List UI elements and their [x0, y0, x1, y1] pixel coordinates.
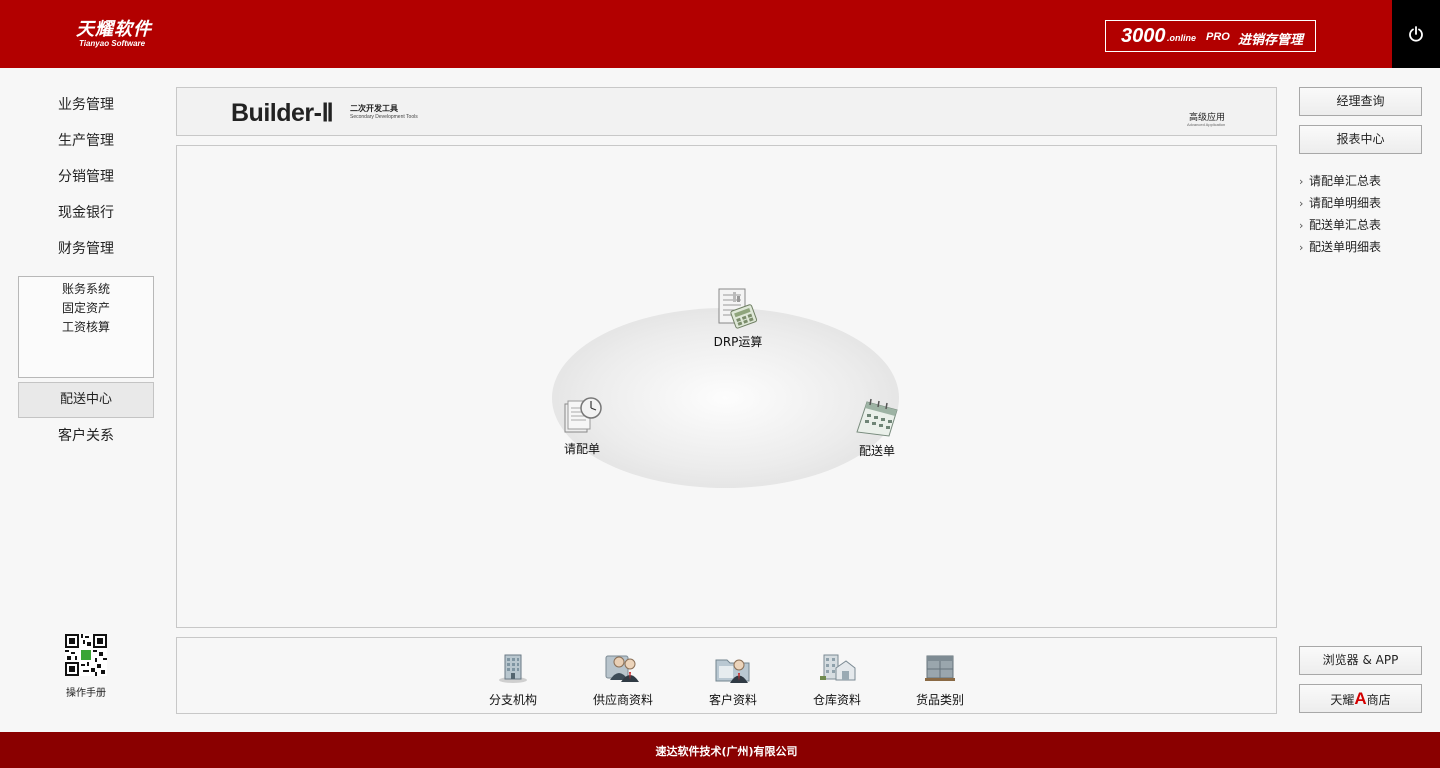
browser-app-button[interactable]: 浏览器 & APP	[1299, 646, 1422, 675]
nav-business-management[interactable]: 业务管理	[18, 87, 154, 123]
product-name: 进销存管理	[1238, 33, 1304, 48]
product-badge: 3000 .online PRO 进销存管理	[1105, 20, 1316, 52]
nav-finance-management[interactable]: 财务管理	[18, 231, 154, 267]
nav-customer-relations[interactable]: 客户关系	[18, 418, 154, 454]
footer-bar: 速达软件技术(广州)有限公司	[0, 732, 1440, 768]
nav-cash-bank[interactable]: 现金银行	[18, 195, 154, 231]
logo-cn: 天耀软件	[76, 19, 152, 40]
submenu-fixed-assets[interactable]: 固定资产	[19, 299, 153, 318]
warehouse-icon	[820, 654, 856, 681]
builder-subtitle-en: Secondary Development Tools	[350, 114, 418, 120]
node-requisition-label: 请配单	[563, 442, 600, 456]
report-link-label: 配送单汇总表	[1309, 218, 1382, 232]
node-drp-calculation[interactable]: DRP运算	[713, 287, 763, 350]
qr-code-icon[interactable]	[65, 634, 107, 676]
report-link-label: 配送单明细表	[1309, 240, 1382, 254]
node-delivery-label: 配送单	[858, 444, 895, 458]
chevron-right-icon: ›	[1299, 241, 1304, 254]
report-link-label: 请配单汇总表	[1309, 174, 1382, 188]
chevron-right-icon: ›	[1299, 175, 1304, 188]
tianyao-logo: 天耀软件 Tianyao Software	[76, 20, 152, 48]
operation-manual-label[interactable]: 操作手册	[40, 684, 132, 699]
branch-label: 分支机构	[488, 693, 537, 707]
product-number: 3000	[1121, 25, 1166, 47]
store-suffix: 商店	[1366, 693, 1391, 707]
report-link-delivery-detail[interactable]: › 配送单明细表	[1299, 238, 1381, 255]
document-clock-icon	[564, 397, 602, 433]
product-pro: PRO	[1206, 31, 1230, 43]
chevron-right-icon: ›	[1299, 197, 1304, 210]
nav-production-management[interactable]: 生产管理	[18, 123, 154, 159]
goods-boxes-icon	[925, 655, 955, 681]
calculator-report-icon	[718, 288, 758, 329]
goods-category-button[interactable]: 货品类别	[913, 652, 967, 708]
store-a-logo: A	[1354, 689, 1367, 708]
logo-en: Tianyao Software	[79, 39, 146, 48]
company-name: 速达软件技术(广州)有限公司	[655, 745, 798, 758]
builder-subtitle-cn: 二次开发工具	[350, 104, 398, 113]
customer-button[interactable]: 客户资料	[705, 652, 761, 708]
advanced-application-en: Advanced Application	[1187, 122, 1226, 127]
calendar-icon	[856, 398, 898, 437]
customer-label: 客户资料	[708, 693, 757, 707]
submenu-accounting-system[interactable]: 账务系统	[19, 280, 153, 299]
store-prefix: 天耀	[1330, 693, 1355, 707]
report-link-delivery-summary[interactable]: › 配送单汇总表	[1299, 216, 1381, 233]
manager-query-button[interactable]: 经理查询	[1299, 87, 1422, 116]
top-header: 天耀软件 Tianyao Software 3000 .online PRO 进…	[0, 0, 1440, 68]
nav-distribution-management[interactable]: 分销管理	[18, 159, 154, 195]
goods-category-label: 货品类别	[915, 693, 964, 707]
warehouse-button[interactable]: 仓库资料	[811, 652, 863, 708]
report-link-requisition-summary[interactable]: › 请配单汇总表	[1299, 172, 1381, 189]
builder-title: Builder-Ⅱ	[231, 99, 334, 127]
branch-building-icon	[499, 654, 527, 683]
customer-folder-icon	[715, 659, 750, 683]
supplier-people-icon	[605, 655, 639, 682]
power-icon	[1409, 26, 1423, 42]
finance-submenu: 账务系统 固定资产 工资核算	[18, 276, 154, 378]
workflow-canvas: DRP运算 请配单 配送单	[176, 145, 1277, 628]
nav-distribution-center[interactable]: 配送中心	[18, 382, 154, 418]
branch-button[interactable]: 分支机构	[487, 652, 539, 708]
power-button[interactable]	[1392, 0, 1440, 68]
node-requisition-order[interactable]: 请配单	[557, 396, 607, 457]
supplier-label: 供应商资料	[592, 693, 653, 707]
report-center-button[interactable]: 报表中心	[1299, 125, 1422, 154]
node-delivery-order[interactable]: 配送单	[852, 396, 902, 459]
product-online: .online	[1167, 33, 1196, 43]
submenu-payroll[interactable]: 工资核算	[19, 318, 153, 337]
node-drp-label: DRP运算	[713, 335, 763, 349]
tianyao-store-button[interactable]: 天耀A商店	[1299, 684, 1422, 713]
chevron-right-icon: ›	[1299, 219, 1304, 232]
report-link-label: 请配单明细表	[1309, 196, 1382, 210]
supplier-button[interactable]: 供应商资料	[591, 652, 655, 708]
basic-data-toolbar: 分支机构 供应商资料 客户资料 仓库资料 货品类别	[176, 637, 1277, 714]
report-link-requisition-detail[interactable]: › 请配单明细表	[1299, 194, 1381, 211]
warehouse-label: 仓库资料	[812, 693, 861, 707]
builder-banner: Builder-Ⅱ 二次开发工具 Secondary Development T…	[176, 87, 1277, 136]
